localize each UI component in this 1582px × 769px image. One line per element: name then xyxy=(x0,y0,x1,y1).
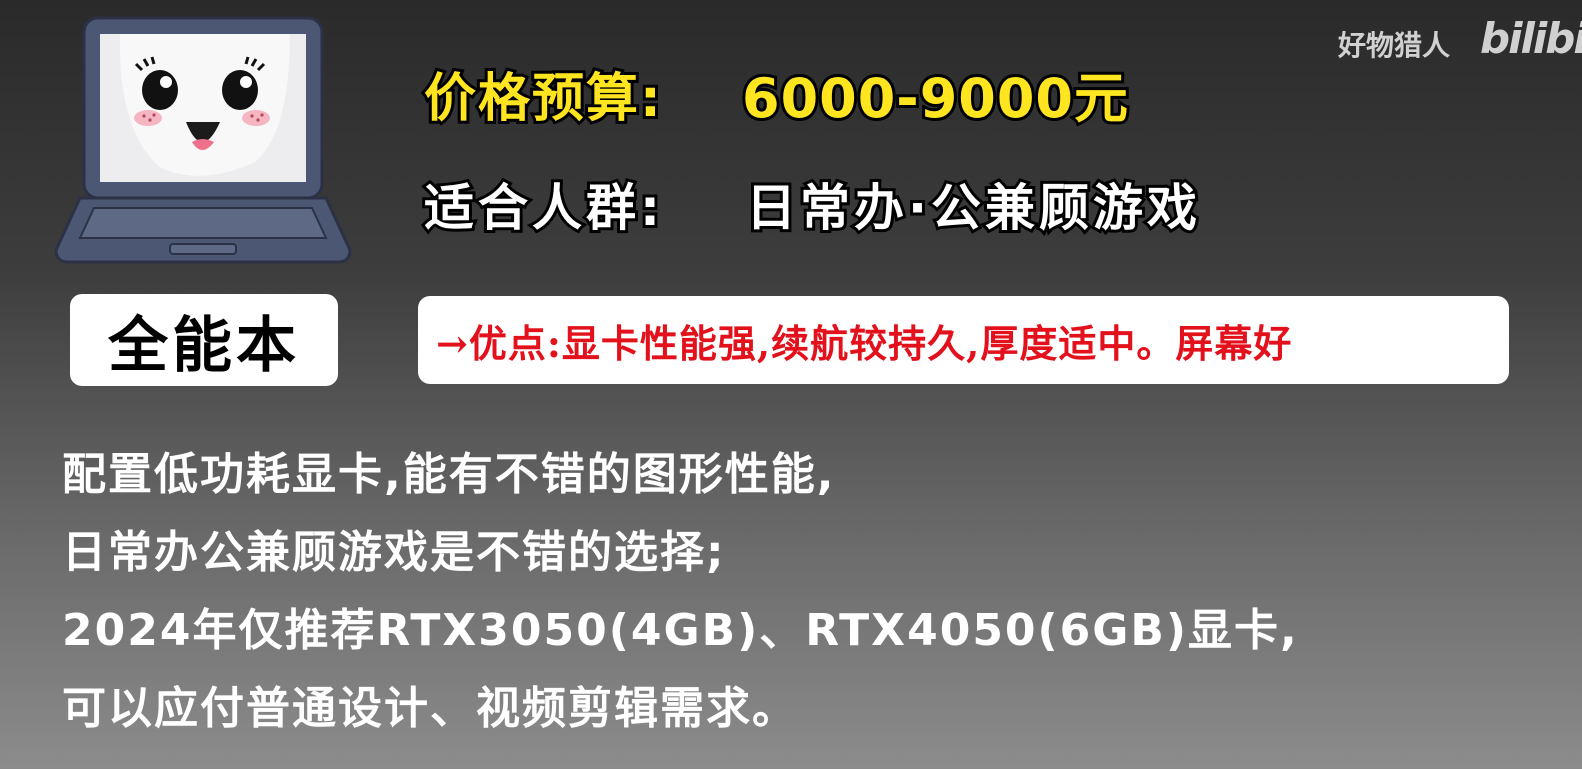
price-value: 6000-9000元 xyxy=(739,64,1131,133)
bilibili-logo: bilibi xyxy=(1480,14,1582,63)
watermark-text: 好物猎人 xyxy=(1338,29,1451,62)
laptop-type-badge: 全能本 xyxy=(70,294,338,386)
description-line: 2024年仅推荐RTX3050(4GB)、RTX4050(6GB)显卡, xyxy=(62,605,1299,656)
audience-value: 日常办·公兼顾游戏 xyxy=(743,176,1201,240)
description: 配置低功耗显卡,能有不错的图形性能, 日常办公兼顾游戏是不错的选择; 2024年… xyxy=(62,436,1542,748)
pros-text: →优点:显卡性能强,续航较持久,厚度适中。屏幕好 xyxy=(436,320,1293,366)
description-line: 可以应付普通设计、视频剪辑需求。 xyxy=(62,683,798,734)
audience-label: 适合人群: xyxy=(421,176,664,240)
laptop-type-label: 全能本 xyxy=(108,310,300,381)
price-label: 价格预算: xyxy=(421,66,664,132)
description-line: 配置低功耗显卡,能有不错的图形性能, xyxy=(62,449,836,500)
pros-box: →优点:显卡性能强,续航较持久,厚度适中。屏幕好 xyxy=(418,296,1509,384)
laptop-face-icon xyxy=(54,16,352,264)
description-line: 日常办公兼顾游戏是不错的选择; xyxy=(62,527,726,578)
watermark: 好物猎人 bilibi xyxy=(1338,14,1582,64)
